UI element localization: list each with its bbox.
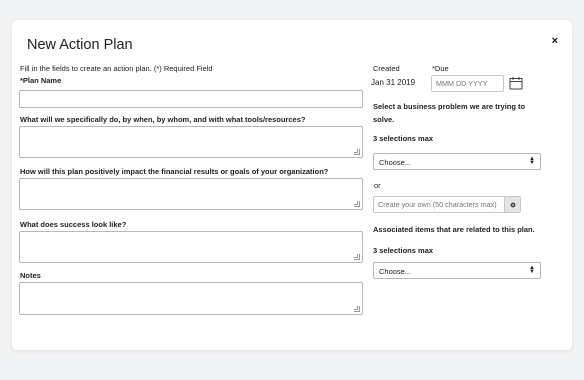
- resize-grip-icon[interactable]: [354, 306, 360, 312]
- created-date: Jan 31 2019: [371, 78, 416, 87]
- impact-textarea[interactable]: [19, 178, 363, 210]
- associated-items-select[interactable]: Choose... ▲ ▼: [373, 262, 541, 279]
- notes-textarea[interactable]: [19, 282, 363, 315]
- created-label: Created: [373, 64, 400, 73]
- instructions-text: Fill in the fields to create an action p…: [20, 64, 213, 73]
- plan-name-input[interactable]: [19, 90, 363, 108]
- associated-items-label: Associated items that are related to thi…: [373, 225, 535, 234]
- notes-label: Notes: [20, 271, 41, 280]
- select-value: Choose...: [379, 267, 412, 276]
- what-label: What will we specifically do, by when, b…: [20, 115, 306, 124]
- resize-grip-icon[interactable]: [354, 149, 360, 155]
- success-textarea[interactable]: [19, 231, 363, 263]
- resize-grip-icon[interactable]: [354, 254, 360, 260]
- due-date-input[interactable]: [431, 75, 504, 92]
- selections-max-label: 3 selections max: [373, 246, 434, 255]
- calendar-icon[interactable]: [509, 76, 523, 90]
- custom-problem-input[interactable]: [373, 196, 505, 213]
- due-label: *Due: [432, 64, 449, 73]
- close-icon[interactable]: ×: [552, 35, 558, 47]
- what-textarea[interactable]: [19, 126, 363, 158]
- select-arrows-icon: ▲ ▼: [529, 265, 535, 275]
- select-arrows-icon: ▲ ▼: [529, 156, 535, 166]
- select-value: Choose...: [379, 158, 412, 167]
- resize-grip-icon[interactable]: [354, 201, 360, 207]
- selections-max-label: 3 selections max: [373, 134, 434, 143]
- modal-title: New Action Plan: [27, 37, 133, 53]
- business-problem-select[interactable]: Choose... ▲ ▼: [373, 153, 541, 170]
- plan-name-label: *Plan Name: [20, 76, 62, 85]
- business-problem-label: Select a business problem we are trying …: [373, 102, 526, 124]
- or-label: or: [374, 181, 381, 190]
- success-label: What does success look like?: [20, 220, 127, 229]
- gear-icon[interactable]: [505, 196, 521, 213]
- impact-label: How will this plan positively impact the…: [20, 167, 329, 176]
